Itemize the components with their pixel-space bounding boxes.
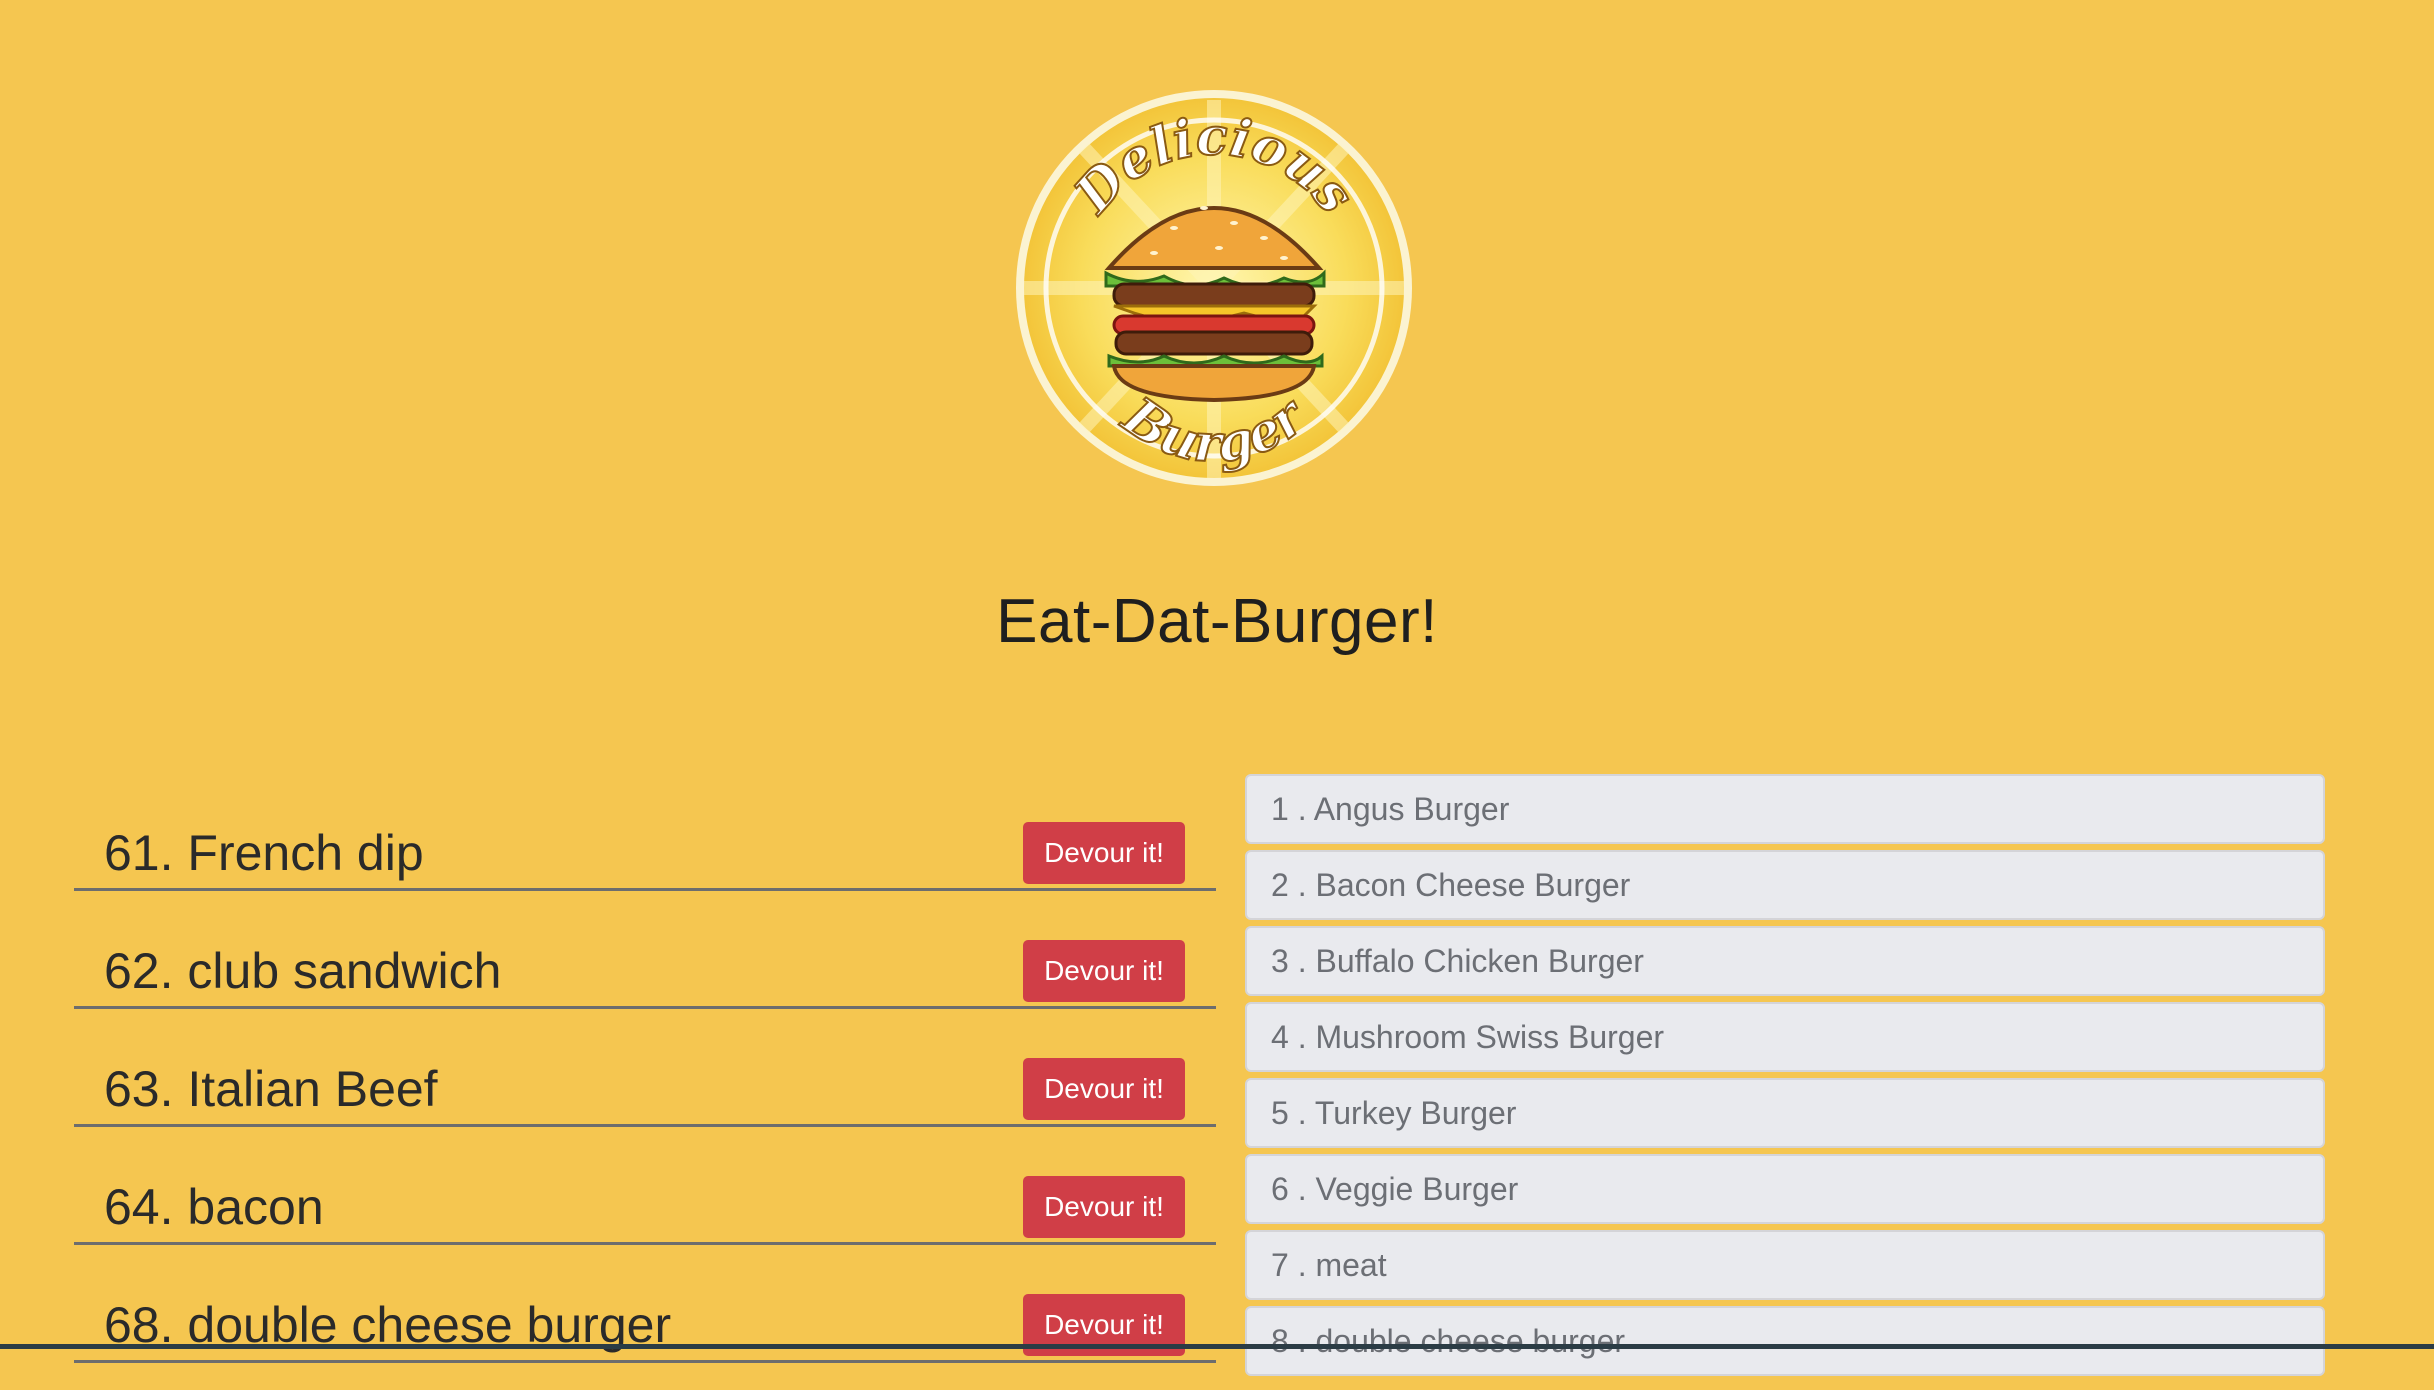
list-item: 63. Italian Beef Devour it!: [74, 1036, 1216, 1154]
list-item: 68. double cheese burger Devour it!: [74, 1272, 1216, 1390]
divider: [74, 1124, 1216, 1127]
devoured-item: 2 . Bacon Cheese Burger: [1245, 850, 2325, 920]
devoured-item: 6 . Veggie Burger: [1245, 1154, 2325, 1224]
burger-name: 61. French dip: [104, 825, 424, 881]
divider: [74, 1242, 1216, 1245]
bottom-edge-bar: [0, 1344, 2434, 1349]
devoured-item: 3 . Buffalo Chicken Burger: [1245, 926, 2325, 996]
uneaten-burger-list: 61. French dip Devour it! 62. club sandw…: [74, 800, 1216, 1390]
devoured-item: 8 . double cheese burger: [1245, 1306, 2325, 1376]
devour-button[interactable]: Devour it!: [1023, 1176, 1185, 1238]
devoured-item: 1 . Angus Burger: [1245, 774, 2325, 844]
devour-button[interactable]: Devour it!: [1023, 1058, 1185, 1120]
devoured-item: 5 . Turkey Burger: [1245, 1078, 2325, 1148]
burger-name: 62. club sandwich: [104, 943, 502, 999]
devoured-item: 4 . Mushroom Swiss Burger: [1245, 1002, 2325, 1072]
devour-button[interactable]: Devour it!: [1023, 940, 1185, 1002]
divider: [74, 1360, 1216, 1363]
devoured-burger-list: 1 . Angus Burger 2 . Bacon Cheese Burger…: [1245, 774, 2325, 1382]
divider: [74, 888, 1216, 891]
page-title: Eat-Dat-Burger!: [996, 587, 1438, 656]
burger-name: 64. bacon: [104, 1179, 324, 1235]
devoured-item: 7 . meat: [1245, 1230, 2325, 1300]
devour-button[interactable]: Devour it!: [1023, 822, 1185, 884]
delicious-burger-logo-icon: Delicious Burger: [1014, 88, 1414, 488]
burger-name: 63. Italian Beef: [104, 1061, 438, 1117]
divider: [74, 1006, 1216, 1009]
list-item: 64. bacon Devour it!: [74, 1154, 1216, 1272]
list-item: 61. French dip Devour it!: [74, 800, 1216, 918]
list-item: 62. club sandwich Devour it!: [74, 918, 1216, 1036]
